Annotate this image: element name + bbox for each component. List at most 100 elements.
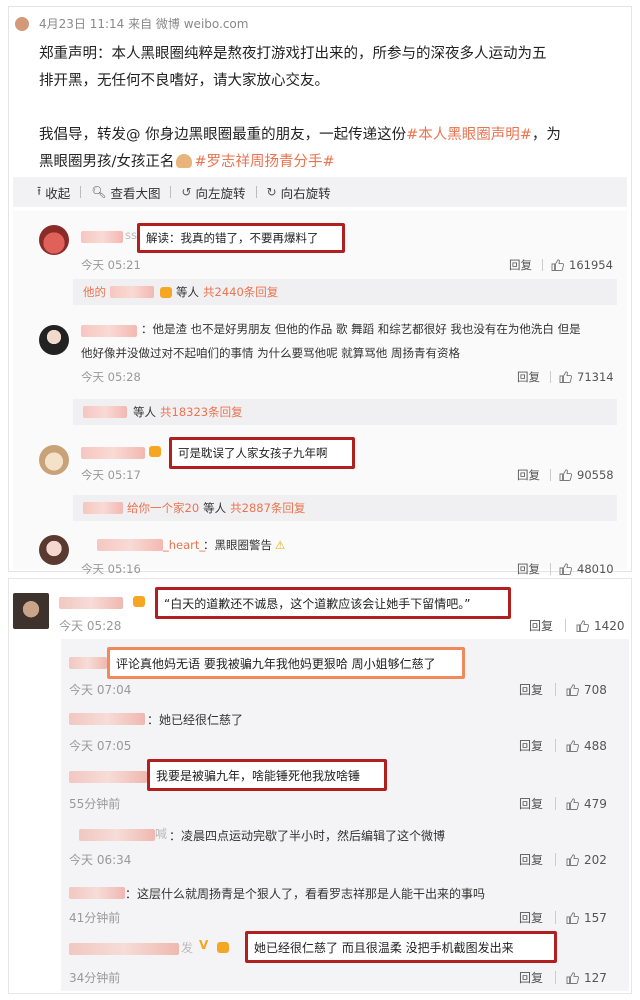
username[interactable] [81, 447, 145, 459]
thumbs-up-icon [566, 683, 580, 696]
rotate-right-button[interactable]: ↻ 向右旋转 [267, 183, 331, 202]
avatar[interactable] [39, 225, 69, 255]
avatar[interactable] [39, 325, 69, 355]
like-count: 127 [584, 970, 607, 985]
comment-item: ：他是渣 也不是好男朋友 但他的作品 歌 舞蹈 和综艺都很好 我也没有在为他洗白… [13, 315, 627, 385]
reply-item: 我要是被骗九年，啥能锤死他我放啥锤 55分钟前 回复 479 [9, 757, 631, 813]
like-button[interactable]: 127 [566, 971, 607, 985]
hashtag-link[interactable]: #本人黑眼圈声明# [406, 127, 532, 143]
like-button[interactable]: 202 [566, 853, 607, 867]
rotate-left-icon: ↺ [181, 185, 192, 199]
reply-button[interactable]: 回复 [509, 257, 532, 273]
like-button[interactable]: 157 [566, 911, 607, 925]
like-count: 157 [584, 910, 607, 925]
like-count: 202 [584, 852, 607, 867]
post-meta: 4月23日 11:14 来自 微博 weibo.com [15, 15, 248, 32]
reply-button[interactable]: 回复 [529, 617, 553, 634]
poster-avatar[interactable] [15, 16, 29, 31]
collapse-button[interactable]: ⭱ 收起 [37, 182, 70, 203]
username[interactable] [59, 597, 123, 609]
comment-text: ：黑眼圈警告 [203, 538, 272, 552]
reply-text: ：她已经很仁慈了 [147, 713, 244, 727]
username[interactable] [69, 657, 107, 669]
reply-actions: 回复 127 [519, 969, 607, 986]
hashtag-link[interactable]: #罗志祥周扬青分手# [194, 154, 334, 170]
post-line-2: 排开黑，无任何不良嗜好，请大家放心交友。 [39, 73, 329, 89]
thumbs-up-icon [551, 259, 564, 271]
comment-text: ：他是渣 也不是好男朋友 但他的作品 歌 舞蹈 和综艺都很好 我也没有在为他洗白… [141, 322, 581, 336]
reply-button[interactable]: 回复 [519, 969, 543, 986]
reply-count-link[interactable]: 共2887条回复 [230, 500, 305, 516]
reply-button[interactable]: 回复 [519, 851, 543, 868]
username[interactable] [69, 943, 179, 955]
reply-actions: 回复 202 [519, 851, 607, 868]
like-button[interactable]: 1420 [576, 619, 625, 633]
crown-icon [160, 286, 172, 298]
highlighted-reply-text: 我要是被骗九年，啥能锤死他我放啥锤 [147, 759, 387, 791]
reply-actions: 回复 479 [519, 795, 607, 812]
username[interactable] [69, 713, 145, 725]
crown-icon [149, 446, 161, 457]
thumbs-up-icon [559, 563, 572, 575]
reply-count-link[interactable]: 共2440条回复 [203, 284, 278, 300]
reply-button[interactable]: 回复 [519, 795, 543, 812]
username[interactable] [69, 771, 147, 783]
like-button[interactable]: 479 [566, 797, 607, 811]
thumbs-up-icon [566, 911, 580, 924]
reply-summary[interactable]: 他的 等人 共2440条回复 [73, 279, 617, 305]
reply-text: ：凌晨四点运动完歇了半小时，然后编辑了这个微博 [169, 829, 446, 843]
reply-button[interactable]: 回复 [519, 737, 543, 754]
comment-text-cont: 他好像并没做过对不起咱们的事情 为什么要骂他呢 就算骂他 周扬青有资格 [81, 346, 460, 360]
highlighted-comment-text: 可是耽误了人家女孩子九年啊 [169, 437, 355, 469]
username[interactable] [81, 325, 137, 337]
username[interactable] [69, 887, 125, 899]
like-button[interactable]: 488 [566, 739, 607, 753]
username-tail: _heart_ [163, 538, 206, 552]
thumbs-up-icon [559, 371, 572, 383]
reply-button[interactable]: 回复 [519, 909, 543, 926]
comment-actions: 回复 161954 [509, 257, 613, 273]
like-count: 48010 [577, 562, 614, 576]
collapse-icon: ⭱ [37, 183, 42, 198]
reply-item: ：她已经很仁慈了 今天 07:05 回复 488 [9, 703, 631, 753]
like-button[interactable]: 90558 [559, 468, 614, 482]
reply-count-link[interactable]: 共18323条回复 [160, 404, 243, 420]
reply-button[interactable]: 回复 [517, 369, 540, 385]
bun-emoji-icon [176, 154, 193, 168]
rotate-left-button[interactable]: ↺ 向左旋转 [181, 183, 245, 202]
like-button[interactable]: 708 [566, 683, 607, 697]
thumbs-up-icon [566, 971, 580, 984]
post-body: 郑重声明：本人黑眼圈纯粹是熬夜打游戏打出来的，所参与的深夜多人运动为五 排开黑，… [39, 41, 619, 176]
post-line-1: 郑重声明：本人黑眼圈纯粹是熬夜打游戏打出来的，所参与的深夜多人运动为五 [39, 46, 547, 62]
comment-actions: 回复 71314 [517, 369, 614, 385]
comment-actions: 回复 1420 [529, 617, 625, 634]
comment-thread-panel: “白天的道歉还不诚恳，这个道歉应该会让她手下留情吧。” 今天 05:28 回复 … [8, 578, 632, 994]
comment-time: 今天 05:17 [81, 468, 141, 482]
search-icon: 🔍︎ [91, 185, 107, 199]
comment-item: ss 解读：我真的错了，不要再爆料了 今天 05:21 回复 161954 [13, 217, 627, 272]
reply-time: 今天 07:05 [69, 739, 132, 753]
avatar[interactable] [39, 445, 69, 475]
like-button[interactable]: 71314 [559, 370, 614, 384]
username[interactable] [79, 829, 155, 841]
post-meta-text: 4月23日 11:14 来自 微博 weibo.com [39, 17, 249, 31]
like-button[interactable]: 48010 [559, 562, 614, 576]
like-button[interactable]: 161954 [551, 258, 613, 272]
reply-button[interactable]: 回复 [519, 681, 543, 698]
reply-button[interactable]: 回复 [517, 467, 540, 483]
post-line-3: 我倡导，转发@ 你身边黑眼圈最重的朋友，一起传递这份#本人黑眼圈声明#，为 [39, 127, 561, 143]
view-large-button[interactable]: 🔍︎ 查看大图 [91, 183, 160, 202]
comment-actions: 回复 90558 [517, 467, 614, 483]
highlighted-reply-text: 评论真他妈无语 要我被骗九年我他妈更狠哈 周小姐够仁慈了 [107, 647, 465, 679]
avatar[interactable] [39, 535, 69, 565]
comment-item: _heart_ ：黑眼圈警告 ⚠ 今天 05:16 回复 48010 [13, 529, 627, 576]
reply-summary[interactable]: 等人 共18323条回复 [73, 399, 617, 425]
avatar[interactable] [13, 593, 49, 629]
username[interactable] [81, 231, 123, 243]
like-count: 488 [584, 738, 607, 753]
reply-summary[interactable]: 给你一个家20 等人 共2887条回复 [73, 495, 617, 521]
image-toolbar: ⭱ 收起 🔍︎ 查看大图 ↺ 向左旋转 ↻ 向右旋转 [13, 177, 627, 207]
like-count: 708 [584, 682, 607, 697]
username[interactable] [97, 539, 163, 551]
reply-button[interactable]: 回复 [517, 561, 540, 577]
